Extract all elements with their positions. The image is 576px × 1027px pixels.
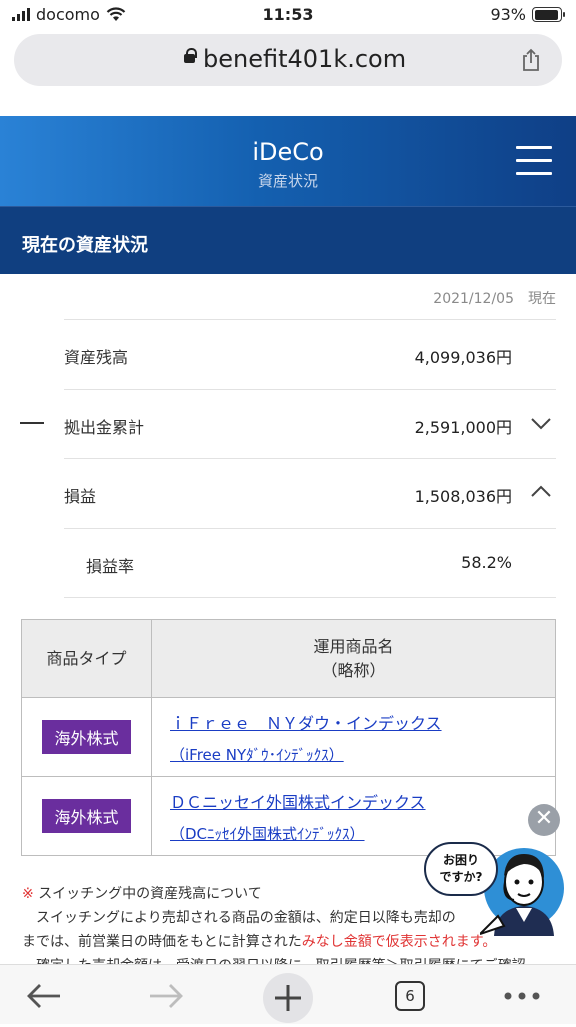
- profit-rate-row: 損益率 58.2%: [64, 528, 556, 598]
- chevron-down-icon[interactable]: [530, 412, 552, 434]
- note-line2: までは、前営業日の時価をもとに計算された: [22, 934, 302, 950]
- more-icon[interactable]: [500, 979, 544, 1013]
- battery-icon: [532, 7, 565, 22]
- close-icon[interactable]: ✕: [528, 804, 560, 836]
- back-arrow-icon[interactable]: [22, 979, 66, 1013]
- section-header: 現在の資産状況: [0, 206, 576, 274]
- balance-label: 資産残高: [64, 348, 129, 367]
- contribution-value: 2,591,000円: [414, 418, 512, 437]
- help-widget[interactable]: お困り ですか? ✕: [420, 804, 566, 936]
- battery-fill: [534, 9, 558, 20]
- address-bar[interactable]: benefit401k.com: [14, 34, 562, 86]
- site-subtitle: 資産状況: [257, 172, 318, 190]
- tab-count-button[interactable]: 6: [395, 981, 425, 1011]
- asterisk: ※: [22, 886, 34, 902]
- as-of-date: 2021/12/05 現在: [433, 288, 556, 308]
- balance-row: 資産残高 4,099,036円: [64, 319, 556, 389]
- profit-loss-row[interactable]: 損益 1,508,036円: [64, 458, 556, 528]
- battery-percent: 93%: [490, 5, 526, 24]
- lock-icon: [184, 48, 197, 63]
- site-header: iDeCo 資産状況: [0, 116, 576, 206]
- fund-link[interactable]: ｉＦｒｅｅ ＮＹダウ・インデックス: [170, 710, 555, 734]
- contribution-label: 拠出金累計: [64, 418, 145, 437]
- help-bubble-line2: ですか?: [439, 870, 483, 884]
- contribution-row[interactable]: 拠出金累計 2,591,000円: [64, 389, 556, 459]
- col-product-type: 商品タイプ: [21, 619, 152, 698]
- profit-rate-label: 損益率: [86, 557, 135, 576]
- status-bar: docomo 11:53 93%: [0, 0, 576, 30]
- plus-icon: [275, 985, 301, 1011]
- as-of-label: 現在: [528, 291, 556, 307]
- table-row: 海外株式 ｉＦｒｅｅ ＮＹダウ・インデックス （iFree NYﾀﾞｳ･ｲﾝﾃﾞ…: [21, 697, 556, 777]
- site-title: iDeCo: [252, 138, 324, 166]
- table-header-row: 商品タイプ 運用商品名 （略称）: [21, 619, 556, 698]
- note-line2-emphasis: みなし金額で仮表示されます。: [301, 934, 497, 950]
- help-bubble-line1: お困り: [442, 853, 479, 867]
- share-icon[interactable]: [520, 48, 542, 72]
- type-badge: 海外株式: [42, 799, 131, 833]
- new-tab-button[interactable]: [263, 973, 313, 1023]
- col-product-name-line2: （略称）: [321, 660, 386, 680]
- fund-short-link[interactable]: （iFree NYﾀﾞｳ･ｲﾝﾃﾞｯｸｽ）: [170, 744, 555, 765]
- balance-value: 4,099,036円: [414, 348, 512, 367]
- section-title: 現在の資産状況: [22, 235, 148, 256]
- forward-arrow-icon[interactable]: [144, 979, 188, 1013]
- as-of-date-value: 2021/12/05: [433, 291, 514, 307]
- note-heading: スイッチング中の資産残高について: [38, 886, 262, 902]
- url-text[interactable]: benefit401k.com: [203, 45, 406, 73]
- browser-toolbar: 6: [0, 964, 576, 1024]
- col-product-name: 運用商品名 （略称）: [151, 619, 556, 698]
- help-bubble[interactable]: お困り ですか?: [424, 842, 498, 896]
- profit-loss-label: 損益: [64, 487, 97, 506]
- profit-loss-value: 1,508,036円: [414, 487, 512, 506]
- profit-rate-value: 58.2%: [461, 553, 512, 572]
- chevron-up-icon[interactable]: [530, 481, 552, 503]
- menu-icon[interactable]: [516, 146, 552, 176]
- col-product-name-line1: 運用商品名: [313, 636, 394, 656]
- minus-icon: [20, 422, 44, 424]
- type-badge: 海外株式: [42, 720, 131, 754]
